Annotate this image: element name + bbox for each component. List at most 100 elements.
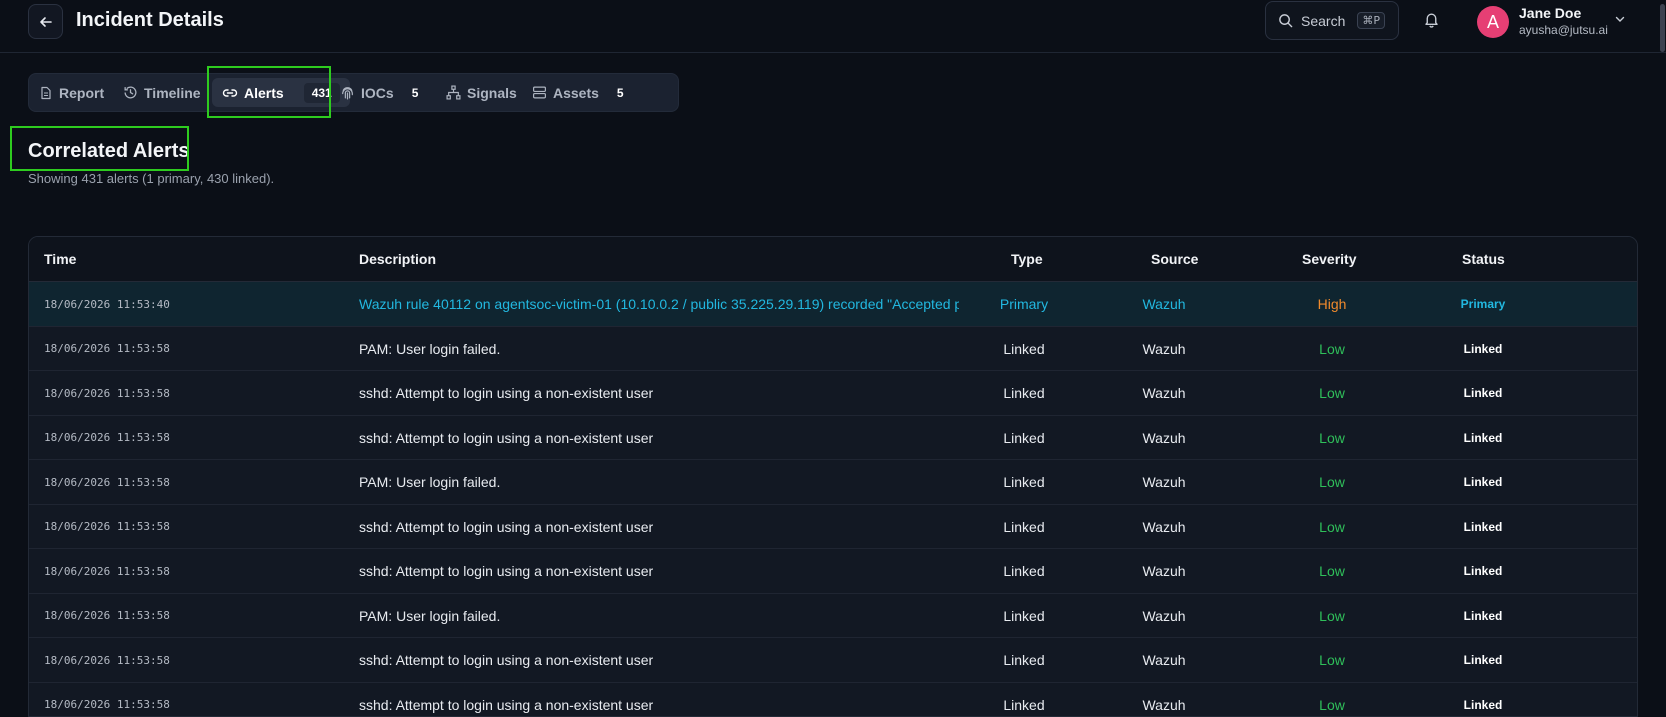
column-header-source[interactable]: Source xyxy=(1151,251,1198,267)
table-row[interactable]: 18/06/2026 11:53:58 sshd: Attempt to logi… xyxy=(29,638,1637,683)
search-label: Search xyxy=(1301,12,1346,29)
tab-timeline[interactable]: Timeline xyxy=(123,74,201,111)
table-row[interactable]: 18/06/2026 11:53:58 sshd: Attempt to logi… xyxy=(29,371,1637,416)
cell-type: Linked xyxy=(1003,652,1045,668)
user-menu-toggle[interactable] xyxy=(1614,12,1626,30)
cell-time: 18/06/2026 11:53:58 xyxy=(44,564,170,578)
user-name: Jane Doe xyxy=(1519,5,1582,21)
cell-source: Wazuh xyxy=(1142,696,1186,713)
cell-time: 18/06/2026 11:53:58 xyxy=(44,431,170,444)
tab-bar: Report Timeline Alerts 431 IOCs 5 Signal… xyxy=(28,73,679,112)
tab-assets[interactable]: Assets 5 xyxy=(532,74,624,111)
cell-description[interactable]: PAM: User login failed. xyxy=(359,460,959,504)
cell-status: Linked xyxy=(1463,519,1503,534)
table-row[interactable]: 18/06/2026 11:53:58 PAM: User login faile… xyxy=(29,326,1637,371)
cell-description[interactable]: sshd: Attempt to login using a non-exist… xyxy=(359,416,959,460)
server-icon xyxy=(533,86,546,99)
highlight-box-alerts-tab xyxy=(207,66,331,118)
document-icon xyxy=(41,86,51,99)
history-icon xyxy=(124,86,137,99)
table-row[interactable]: 18/06/2026 11:53:40 Wazuh rule 40112 on a… xyxy=(29,282,1637,327)
cell-time: 18/06/2026 11:53:58 xyxy=(44,653,170,667)
tab-signals[interactable]: Signals xyxy=(446,74,517,111)
tab-label: Signals xyxy=(467,84,517,101)
cell-severity: Low xyxy=(1319,474,1345,490)
tab-label: IOCs xyxy=(361,84,394,101)
tab-label: Report xyxy=(59,84,105,101)
column-header-type[interactable]: Type xyxy=(1011,251,1043,267)
cell-status: Primary xyxy=(1460,297,1506,311)
cell-severity: Low xyxy=(1319,607,1345,624)
cell-source: Wazuh xyxy=(1142,385,1186,401)
table-row[interactable]: 18/06/2026 11:53:58 sshd: Attempt to logi… xyxy=(29,549,1637,594)
cell-status: Linked xyxy=(1463,341,1503,356)
cell-description[interactable]: sshd: Attempt to login using a non-exist… xyxy=(359,549,959,593)
column-header-time[interactable]: Time xyxy=(44,251,76,267)
table-row[interactable]: 18/06/2026 11:53:58 PAM: User login faile… xyxy=(29,593,1637,638)
fingerprint-icon xyxy=(342,87,353,100)
cell-description[interactable]: sshd: Attempt to login using a non-exist… xyxy=(359,505,959,549)
cell-description[interactable]: sshd: Attempt to login using a non-exist… xyxy=(359,371,959,415)
cell-source: Wazuh xyxy=(1142,296,1186,312)
table-row[interactable]: 18/06/2026 11:53:58 PAM: User login faile… xyxy=(29,460,1637,505)
tab-iocs[interactable]: IOCs 5 xyxy=(340,74,418,111)
cell-description[interactable]: PAM: User login failed. xyxy=(359,327,959,371)
cell-time: 18/06/2026 11:53:58 xyxy=(44,475,170,489)
cell-time: 18/06/2026 11:53:58 xyxy=(44,609,170,622)
cell-type: Linked xyxy=(1003,474,1045,490)
cell-description[interactable]: sshd: Attempt to login using a non-exist… xyxy=(359,638,959,682)
notifications-button[interactable] xyxy=(1423,11,1440,33)
bell-icon xyxy=(1425,13,1438,28)
cell-status: Linked xyxy=(1463,608,1503,623)
scrollbar[interactable] xyxy=(1658,0,1666,53)
cell-description[interactable]: PAM: User login failed. xyxy=(359,594,959,638)
user-email: ayusha@jutsu.ai xyxy=(1519,23,1608,37)
network-icon xyxy=(446,85,461,100)
top-bar: Incident Details Search ⌘P A Jane Doe ay… xyxy=(0,0,1666,53)
cell-source: Wazuh xyxy=(1142,518,1186,535)
cell-severity: Low xyxy=(1319,340,1345,357)
cell-severity: High xyxy=(1317,296,1347,312)
cell-type: Linked xyxy=(1003,518,1045,535)
search-button[interactable]: Search ⌘P xyxy=(1265,1,1399,40)
table-body: 18/06/2026 11:53:40 Wazuh rule 40112 on a… xyxy=(29,282,1637,717)
scrollbar-thumb[interactable] xyxy=(1660,4,1665,52)
cell-type: Linked xyxy=(1003,385,1045,401)
cell-description[interactable]: Wazuh rule 40112 on agentsoc-victim-01 (… xyxy=(359,282,959,326)
back-button[interactable] xyxy=(28,4,63,39)
tab-report[interactable]: Report xyxy=(39,74,104,111)
table-row[interactable]: 18/06/2026 11:53:58 sshd: Attempt to logi… xyxy=(29,415,1637,460)
tab-count: 5 xyxy=(616,85,624,100)
tab-label: Timeline xyxy=(144,84,201,101)
cell-severity: Low xyxy=(1319,429,1345,446)
table-row[interactable]: 18/06/2026 11:53:58 sshd: Attempt to logi… xyxy=(29,682,1637,717)
cell-status: Linked xyxy=(1463,564,1503,578)
cell-type: Linked xyxy=(1003,340,1045,357)
cell-source: Wazuh xyxy=(1142,429,1186,446)
cell-severity: Low xyxy=(1319,563,1345,579)
alerts-table: Time Description Type Source Severity St… xyxy=(28,236,1638,717)
column-header-description[interactable]: Description xyxy=(359,251,436,267)
tab-count: 5 xyxy=(411,85,419,100)
cell-time: 18/06/2026 11:53:58 xyxy=(44,520,170,533)
table-header: Time Description Type Source Severity St… xyxy=(29,237,1637,282)
cell-description[interactable]: sshd: Attempt to login using a non-exist… xyxy=(359,683,959,717)
cell-source: Wazuh xyxy=(1142,607,1186,624)
tab-label: Assets xyxy=(553,84,599,101)
avatar[interactable]: A xyxy=(1477,6,1509,38)
cell-status: Linked xyxy=(1463,430,1503,445)
cell-type: Primary xyxy=(999,296,1049,312)
cell-type: Linked xyxy=(1003,563,1045,579)
table-row[interactable]: 18/06/2026 11:53:58 sshd: Attempt to logi… xyxy=(29,504,1637,549)
search-shortcut: ⌘P xyxy=(1357,12,1385,29)
highlight-box-section-title xyxy=(10,126,189,171)
cell-severity: Low xyxy=(1319,385,1345,401)
cell-status: Linked xyxy=(1463,697,1503,712)
column-header-status[interactable]: Status xyxy=(1462,251,1505,267)
cell-source: Wazuh xyxy=(1142,563,1186,579)
cell-time: 18/06/2026 11:53:58 xyxy=(44,386,170,400)
column-header-severity[interactable]: Severity xyxy=(1302,251,1356,267)
cell-source: Wazuh xyxy=(1142,474,1186,490)
chevron-down-icon xyxy=(1615,16,1625,22)
cell-severity: Low xyxy=(1319,696,1345,713)
